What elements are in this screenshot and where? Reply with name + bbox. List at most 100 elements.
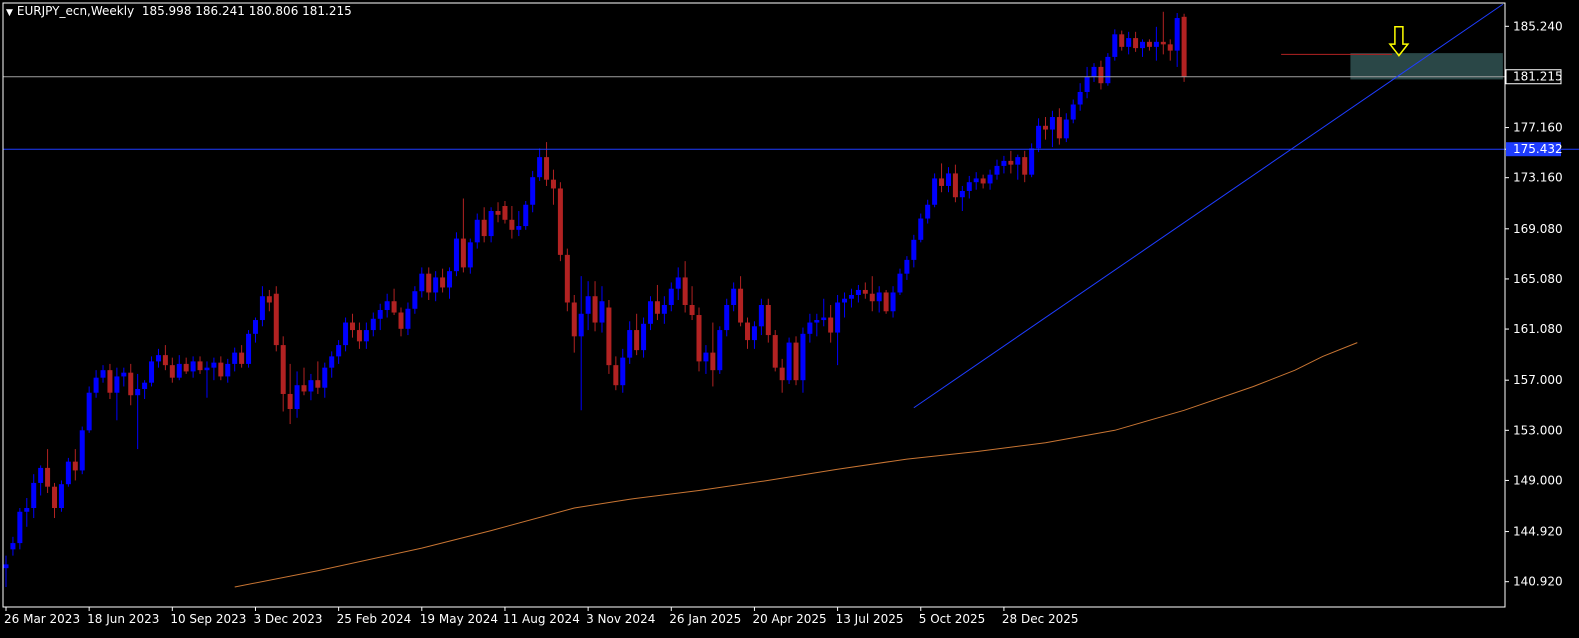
candle-body — [952, 173, 958, 198]
candle-body — [460, 238, 466, 268]
candle-body — [668, 288, 674, 305]
candle-body — [65, 461, 71, 485]
candle-body — [10, 543, 16, 550]
candle[interactable] — [1181, 13, 1187, 82]
candle-body — [779, 367, 785, 381]
candle-body — [654, 301, 660, 314]
candle-body — [585, 296, 591, 314]
candle-body — [738, 288, 744, 323]
candle-body — [273, 293, 279, 346]
candle-body — [232, 352, 238, 364]
candle-body — [350, 322, 355, 331]
candle-body — [45, 467, 51, 487]
x-tick-label: 3 Nov 2024 — [586, 612, 655, 626]
candle-body — [973, 178, 979, 183]
candle[interactable] — [79, 426, 85, 475]
candle[interactable] — [932, 173, 938, 208]
candle-body — [58, 484, 64, 509]
candle[interactable] — [65, 457, 71, 487]
candle-body — [502, 206, 508, 220]
candle-body — [488, 211, 494, 237]
candle-body — [218, 362, 224, 377]
candle-body — [447, 271, 453, 288]
candle-body — [620, 357, 626, 386]
candle-body — [980, 178, 986, 184]
candle-body — [550, 179, 556, 189]
chart-background — [0, 0, 1579, 634]
candle-body — [495, 211, 501, 215]
candle-body — [1015, 157, 1021, 165]
y-tick-label: 149.000 — [1513, 473, 1563, 487]
candle-body — [294, 385, 300, 410]
chart-window[interactable]: 185.240 181.215 177.160 175.432 173.160 169.0… — [0, 0, 1579, 634]
candle[interactable] — [523, 200, 529, 230]
candle[interactable] — [246, 330, 252, 368]
candle-body — [855, 289, 861, 295]
candle-body — [308, 380, 314, 392]
candle-body — [821, 317, 827, 321]
candle-body — [412, 291, 418, 309]
candle-body — [176, 363, 182, 378]
candle-body — [93, 377, 99, 393]
candle[interactable] — [58, 480, 64, 512]
candle-body — [481, 219, 487, 237]
candle[interactable] — [557, 182, 563, 262]
candle-body — [530, 177, 536, 205]
candle-body — [315, 380, 321, 388]
candle-body — [1098, 66, 1104, 84]
candle-body — [557, 188, 563, 255]
candle-body — [592, 296, 598, 323]
candle-body — [689, 305, 695, 316]
candle-body — [197, 361, 203, 371]
candle-body — [1146, 41, 1152, 47]
candle-body — [599, 301, 605, 323]
collapse-triangle-icon[interactable]: ▼ — [6, 8, 13, 18]
candle-body — [523, 204, 529, 227]
candle[interactable] — [1029, 143, 1035, 178]
candle-body — [544, 157, 550, 180]
candle-body — [1077, 91, 1083, 105]
candle[interactable] — [86, 386, 92, 433]
candle-body — [772, 335, 778, 368]
candle-body — [211, 362, 217, 368]
candle-body — [918, 218, 924, 240]
candle-body — [1119, 34, 1125, 47]
candle[interactable] — [793, 336, 799, 386]
candle[interactable] — [717, 326, 723, 374]
y-tick-label: 153.000 — [1513, 423, 1563, 437]
candle[interactable] — [772, 330, 778, 372]
candle-body — [384, 301, 390, 311]
candle-body — [641, 323, 647, 351]
candle[interactable] — [606, 299, 612, 374]
candle-body — [606, 307, 612, 366]
candle-body — [169, 365, 175, 378]
candle[interactable] — [1105, 53, 1111, 86]
candle-body — [246, 333, 252, 364]
candle-body — [52, 486, 58, 509]
candle-body — [405, 308, 411, 329]
candle-body — [835, 302, 841, 333]
candle-body — [883, 292, 889, 312]
candle-body — [1181, 16, 1187, 77]
candle-body — [1049, 117, 1055, 130]
candle[interactable] — [883, 289, 889, 314]
candle[interactable] — [453, 232, 459, 277]
candlestick-chart[interactable]: 185.240 181.215 177.160 175.432 173.160 169.0… — [0, 0, 1579, 634]
x-tick-label: 5 Oct 2025 — [919, 612, 986, 626]
candle[interactable] — [273, 286, 279, 352]
candle-body — [1126, 38, 1132, 47]
candle-body — [800, 333, 806, 381]
candle-body — [564, 254, 570, 303]
candle-body — [128, 372, 134, 396]
candle-body — [24, 508, 30, 512]
candle-body — [1084, 76, 1090, 92]
candle-body — [724, 305, 730, 331]
candle[interactable] — [786, 337, 792, 384]
candle-body — [259, 296, 265, 321]
x-tick-label: 20 Apr 2025 — [752, 612, 826, 626]
y-tick-label: 175.432 — [1513, 142, 1563, 156]
candle-body — [204, 367, 210, 371]
candle[interactable] — [564, 248, 570, 312]
candle-body — [537, 157, 543, 178]
candle-body — [155, 355, 161, 362]
